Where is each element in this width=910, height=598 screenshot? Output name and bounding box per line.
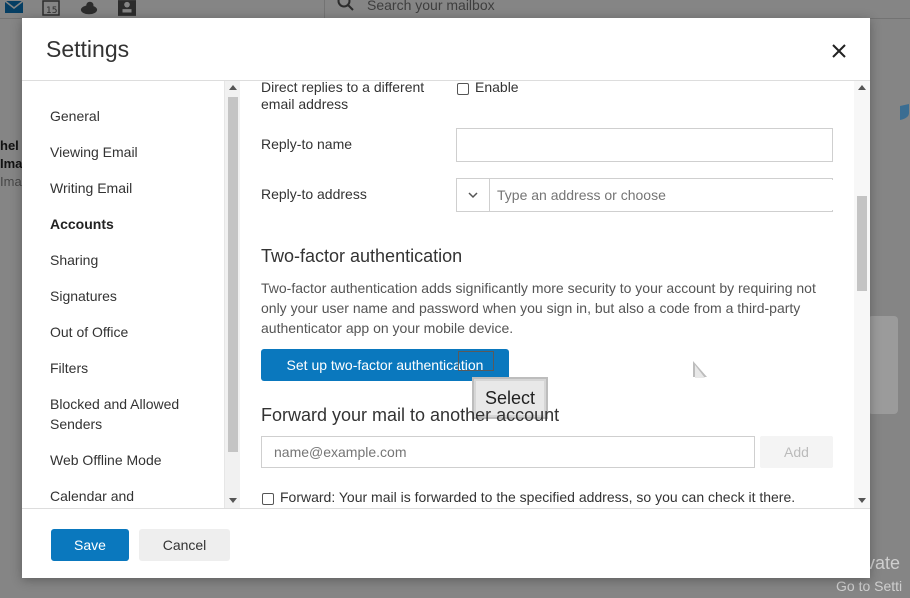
- direct-replies-label: Direct replies to a different email addr…: [261, 81, 425, 112]
- scrollbar-thumb[interactable]: [857, 196, 867, 291]
- sidebar-item-accounts[interactable]: Accounts: [50, 214, 220, 234]
- content-scrollbar[interactable]: [854, 81, 870, 508]
- settings-dialog: Settings General Viewing Email Writing E…: [22, 18, 870, 578]
- cancel-button[interactable]: Cancel: [139, 529, 230, 561]
- forward-email-input[interactable]: [261, 436, 755, 468]
- scrollbar-thumb[interactable]: [228, 97, 238, 452]
- enable-checkbox[interactable]: [457, 83, 469, 95]
- dialog-header: Settings: [22, 18, 870, 81]
- settings-content: Direct replies to a different email addr…: [240, 81, 870, 508]
- sidebar-item-web-offline[interactable]: Web Offline Mode: [50, 450, 220, 470]
- reply-to-name-input[interactable]: [456, 128, 833, 162]
- two-factor-title: Two-factor authentication: [261, 246, 463, 266]
- forward-title: Forward your mail to another account: [261, 405, 559, 426]
- settings-sidebar: General Viewing Email Writing Email Acco…: [22, 81, 240, 508]
- sidebar-item-general[interactable]: General: [50, 106, 220, 126]
- save-button[interactable]: Save: [51, 529, 129, 561]
- cursor-highlight: [458, 351, 494, 371]
- windows-watermark-sub: Go to Setti: [836, 578, 903, 594]
- scroll-down-icon[interactable]: [229, 498, 237, 503]
- add-forward-button[interactable]: Add: [760, 436, 833, 468]
- sidebar-item-filters[interactable]: Filters: [50, 358, 220, 378]
- reply-to-address-label: Reply-to address: [261, 186, 367, 202]
- shield-icon: [900, 104, 909, 120]
- sidebar-item-viewing-email[interactable]: Viewing Email: [50, 142, 220, 162]
- address-dropdown[interactable]: [457, 179, 490, 211]
- reply-to-address-field: [456, 178, 833, 212]
- chevron-down-icon: [468, 192, 478, 199]
- background-card: [868, 316, 898, 414]
- forward-checkbox-label: Forward: Your mail is forwarded to the s…: [280, 489, 796, 505]
- reply-to-name-label: Reply-to name: [261, 136, 353, 152]
- sidebar-item-blocked-senders[interactable]: Blocked and Allowed Senders: [50, 394, 220, 434]
- two-factor-description: Two-factor authentication adds significa…: [261, 280, 816, 336]
- sidebar-item-calendar[interactable]: Calendar and: [50, 486, 220, 506]
- scroll-up-icon[interactable]: [858, 85, 866, 90]
- sidebar-item-sharing[interactable]: Sharing: [50, 250, 220, 270]
- scroll-up-icon[interactable]: [229, 85, 237, 90]
- scroll-down-icon[interactable]: [858, 498, 866, 503]
- sidebar-item-writing-email[interactable]: Writing Email: [50, 178, 220, 198]
- sidebar-scrollbar[interactable]: [224, 81, 240, 508]
- dialog-footer: Save Cancel: [22, 508, 870, 579]
- enable-label: Enable: [475, 81, 519, 95]
- sidebar-item-signatures[interactable]: Signatures: [50, 286, 220, 306]
- dialog-title: Settings: [46, 36, 130, 62]
- tooltip-tail-inner: [695, 365, 705, 378]
- forward-checkbox[interactable]: [262, 493, 274, 505]
- sidebar-item-out-of-office[interactable]: Out of Office: [50, 322, 220, 342]
- reply-to-address-input[interactable]: [491, 180, 833, 210]
- forward-title-text: Forward your mail to another account: [261, 405, 560, 425]
- close-icon[interactable]: [828, 40, 850, 62]
